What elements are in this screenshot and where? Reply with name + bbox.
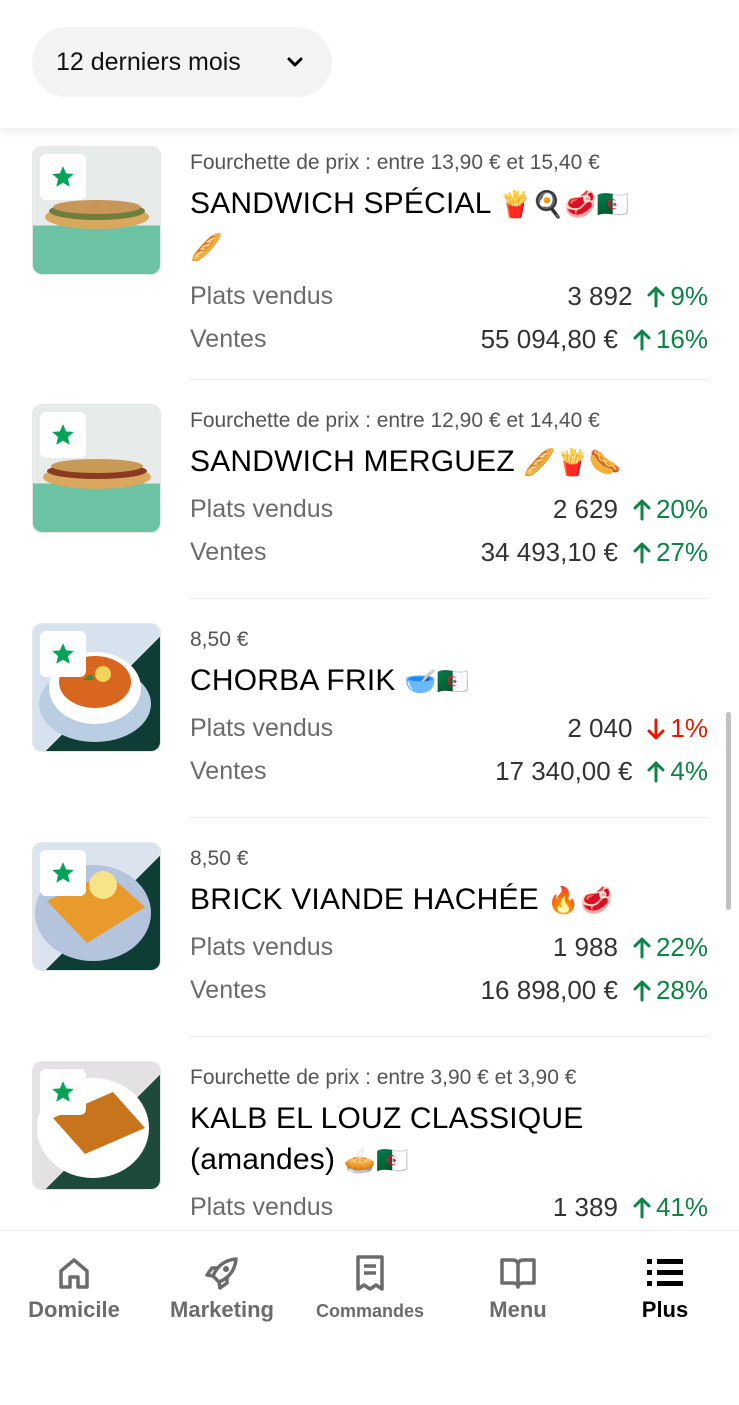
receipt-icon — [356, 1255, 384, 1291]
divider — [190, 598, 708, 599]
arrow-down-icon — [647, 718, 665, 739]
star-badge — [40, 1069, 86, 1115]
sold-value: 1 389 — [552, 1192, 618, 1222]
dish-name: CHORBA FRIK 🥣🇩🇿 — [190, 664, 470, 697]
sales-row: Ventes 17 340,00 € 4% — [190, 750, 708, 793]
sold-delta: 41% — [632, 1186, 708, 1229]
sold-value: 2 629 — [552, 494, 618, 524]
star-badge — [40, 631, 86, 677]
sold-delta: 22% — [632, 926, 708, 969]
star-badge — [40, 154, 86, 200]
list-icon — [647, 1259, 683, 1286]
star-badge — [40, 412, 86, 458]
dish-emojis: 🥣🇩🇿 — [404, 667, 470, 697]
sales-delta: 27% — [632, 531, 708, 574]
dish-name: KALB EL LOUZ CLASSIQUE (amandes) 🥧🇩🇿 — [190, 1102, 584, 1176]
sales-row: Ventes 16 898,00 € 28% — [190, 969, 708, 1012]
soup-photo — [33, 624, 160, 751]
price-range: 8,50 € — [190, 628, 249, 651]
sales-value: 55 094,80 € — [480, 324, 618, 354]
sold-delta: 20% — [632, 488, 708, 531]
price-range: 8,50 € — [190, 847, 249, 870]
sold-row: Plats vendus 2 629 20% — [190, 488, 708, 531]
sandwich-photo — [33, 405, 160, 532]
star-icon — [52, 862, 74, 883]
sales-delta: 16% — [632, 318, 708, 361]
nav-plus[interactable]: Plus — [591, 1231, 739, 1341]
cake-photo — [33, 1062, 160, 1189]
price-range: Fourchette de prix : entre 12,90 € et 14… — [190, 409, 600, 432]
nav-menu[interactable]: Menu — [444, 1231, 592, 1341]
sales-delta: 28% — [632, 969, 708, 1012]
chevron-down-icon — [287, 57, 303, 67]
divider — [190, 817, 708, 818]
dish-emojis: 🥖🍟🌭 — [523, 448, 622, 478]
star-badge — [40, 850, 86, 896]
divider — [190, 379, 708, 380]
nav-marketing[interactable]: Marketing — [148, 1231, 296, 1341]
dish-emojis: 🥧🇩🇿 — [343, 1146, 409, 1176]
price-range: Fourchette de prix : entre 3,90 € et 3,9… — [190, 1066, 577, 1089]
bottom-nav: Domicile Marketing Commandes Menu Plus — [0, 1230, 739, 1405]
arrow-up-icon — [647, 286, 665, 307]
dish-name: SANDWICH SPÉCIAL 🍟🍳🥩🇩🇿 🥖 — [190, 187, 630, 263]
scrollbar[interactable] — [726, 712, 731, 910]
divider — [190, 1036, 708, 1037]
price-range: Fourchette de prix : entre 13,90 € et 15… — [190, 151, 600, 174]
dish-emojis-line2: 🥖 — [190, 233, 223, 263]
rocket-icon — [205, 1257, 238, 1290]
sales-value: 34 493,10 € — [480, 537, 618, 567]
nav-commandes[interactable]: Commandes — [296, 1231, 444, 1341]
period-label: 12 derniers mois — [56, 47, 241, 76]
dish-name: SANDWICH MERGUEZ 🥖🍟🌭 — [190, 445, 622, 478]
sales-row: Ventes 34 493,10 € 27% — [190, 531, 708, 574]
sold-delta: 1% — [646, 707, 708, 750]
sold-row: Plats vendus 1 389 41% — [190, 1186, 708, 1229]
arrow-up-icon — [633, 542, 651, 563]
home-icon — [59, 1258, 89, 1289]
sold-value: 1 988 — [552, 932, 618, 962]
star-icon — [52, 1081, 74, 1102]
arrow-up-icon — [647, 761, 665, 782]
sandwich-photo — [33, 147, 160, 274]
sold-value: 2 040 — [567, 713, 633, 743]
star-icon — [52, 424, 74, 445]
sold-row: Plats vendus 2 040 1% — [190, 707, 708, 750]
star-icon — [52, 643, 74, 664]
period-dropdown[interactable]: 12 derniers mois — [32, 27, 332, 97]
sales-value: 17 340,00 € — [495, 756, 633, 786]
arrow-up-icon — [633, 329, 651, 350]
sold-value: 3 892 — [567, 281, 633, 311]
dish-name: BRICK VIANDE HACHÉE 🔥🥩 — [190, 883, 613, 916]
star-icon — [52, 166, 74, 187]
arrow-up-icon — [633, 499, 651, 520]
brick-photo — [33, 843, 160, 970]
top-bar: 12 derniers mois — [0, 0, 739, 128]
dish-emojis: 🔥🥩 — [547, 886, 613, 916]
sold-row: Plats vendus 3 892 9% — [190, 275, 708, 318]
sold-row: Plats vendus 1 988 22% — [190, 926, 708, 969]
sold-delta: 9% — [646, 275, 708, 318]
dish-emojis: 🍟🍳🥩🇩🇿 — [499, 190, 630, 220]
arrow-up-icon — [633, 937, 651, 958]
dish-list: Fourchette de prix : entre 13,90 € et 15… — [0, 128, 739, 1230]
sales-row: Ventes 55 094,80 € 16% — [190, 318, 708, 361]
nav-domicile[interactable]: Domicile — [0, 1231, 148, 1341]
sales-delta: 4% — [646, 750, 708, 793]
book-icon — [500, 1258, 536, 1289]
arrow-up-icon — [633, 980, 651, 1001]
arrow-up-icon — [633, 1197, 651, 1218]
sales-value: 16 898,00 € — [480, 975, 618, 1005]
